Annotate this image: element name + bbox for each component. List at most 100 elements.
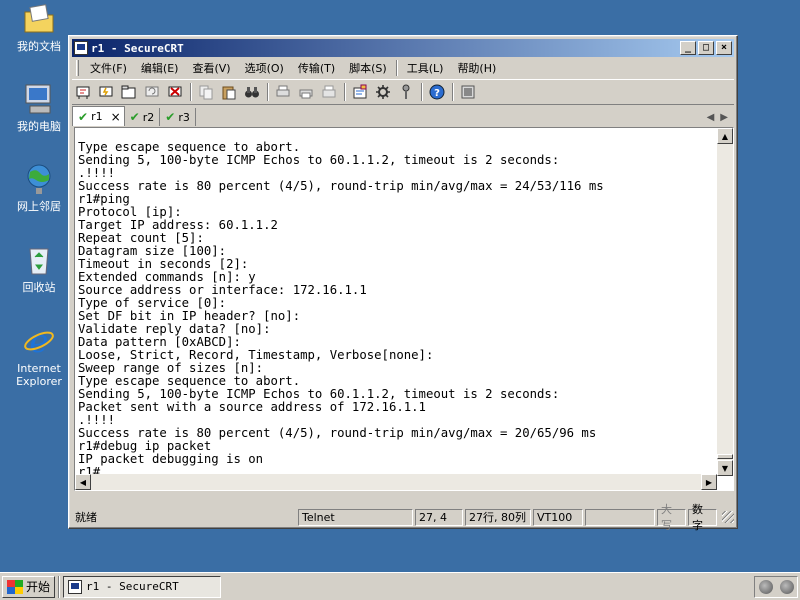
session-options-button[interactable] <box>349 82 371 102</box>
menu-bar: 文件(F) 编辑(E) 查看(V) 选项(O) 传输(T) 脚本(S) 工具(L… <box>72 58 734 78</box>
scroll-left-icon[interactable]: ◀ <box>75 474 91 490</box>
disconnect-button[interactable] <box>164 82 186 102</box>
securecrt-window: r1 - SecureCRT _ □ × 文件(F) 编辑(E) 查看(V) 选… <box>68 35 738 532</box>
desktop-icon-label: 我的文档 <box>17 40 61 53</box>
connect-in-tab-icon <box>121 85 136 99</box>
key-map-button[interactable] <box>395 82 417 102</box>
desktop-icon-internet-explorer[interactable]: e Internet Explorer <box>6 324 72 388</box>
tab-r2[interactable]: ✔ r2 <box>125 108 161 126</box>
find-button[interactable] <box>241 82 263 102</box>
quick-connect-button[interactable] <box>95 82 117 102</box>
status-cursor: 27, 4 <box>415 508 463 526</box>
tab-label: r1 <box>91 110 103 123</box>
connect-in-tab-button[interactable] <box>118 82 140 102</box>
terminal-panel: Type escape sequence to abort. Sending 5,… <box>74 127 734 491</box>
paste-button[interactable] <box>218 82 240 102</box>
key-icon <box>402 84 410 99</box>
terminal-output[interactable]: Type escape sequence to abort. Sending 5,… <box>77 130 716 475</box>
tray-network-icon[interactable] <box>779 579 794 594</box>
desktop-icon-network-places[interactable]: 网上邻居 <box>6 162 72 213</box>
start-button[interactable]: 开始 <box>2 575 56 598</box>
terminal-line: IP packet debugging is on <box>78 452 264 466</box>
start-label: 开始 <box>26 580 51 594</box>
copy-button[interactable] <box>195 82 217 102</box>
system-tray <box>754 575 798 598</box>
connect-icon <box>76 86 90 99</box>
connected-check-icon: ✔ <box>165 110 176 124</box>
internet-explorer-icon: e <box>24 324 54 358</box>
my-computer-icon <box>25 84 51 114</box>
scroll-right-icon[interactable]: ▶ <box>701 474 717 490</box>
toolbar-separator <box>190 83 192 101</box>
horizontal-scrollbar[interactable]: ◀ ▶ <box>75 474 717 490</box>
desktop-icon-my-documents[interactable]: 我的文档 <box>6 2 72 53</box>
title-bar[interactable]: r1 - SecureCRT _ □ × <box>72 39 734 57</box>
disconnect-icon <box>168 86 182 97</box>
connected-check-icon: ✔ <box>78 109 89 124</box>
vertical-scrollbar[interactable]: ▲ ▼ <box>717 128 733 476</box>
tab-scroll-right-icon[interactable]: ▶ <box>720 112 728 123</box>
tab-scroll-left-icon[interactable]: ◀ <box>707 112 715 123</box>
print-selection-button[interactable] <box>295 82 317 102</box>
session-options-icon <box>353 84 367 99</box>
status-num: 数字 <box>688 503 717 532</box>
securecrt-task-icon <box>68 579 83 594</box>
menu-transfer[interactable]: 传输(T) <box>291 60 342 76</box>
tab-r3[interactable]: ✔ r3 <box>160 108 196 126</box>
print-selection-icon <box>299 89 313 99</box>
paste-icon <box>222 86 236 100</box>
menu-view[interactable]: 查看(V) <box>185 60 237 76</box>
status-ready: 就绪 <box>75 511 97 524</box>
copy-icon <box>199 85 213 100</box>
taskbar-item-label: r1 - SecureCRT <box>86 580 179 593</box>
scroll-down-icon[interactable]: ▼ <box>717 460 733 476</box>
print-button[interactable] <box>272 82 294 102</box>
menu-help[interactable]: 帮助(H) <box>450 60 503 76</box>
securecrt-app-icon[interactable] <box>74 41 88 55</box>
connect-button[interactable] <box>72 82 94 102</box>
svg-text:e: e <box>30 324 49 358</box>
taskbar-item-securecrt[interactable]: r1 - SecureCRT <box>63 575 222 598</box>
status-size: 27行, 80列 <box>465 508 531 526</box>
desktop-icon-label: 回收站 <box>22 281 56 294</box>
reconnect-icon <box>145 86 159 97</box>
network-places-icon <box>27 164 51 194</box>
terminal-line: Packet sent with a source address of 172… <box>78 400 426 414</box>
tab-close-icon[interactable]: × <box>111 110 121 124</box>
minimize-button[interactable]: _ <box>680 41 696 55</box>
help-icon: ? <box>429 84 445 100</box>
desktop-icon-label: Internet Explorer <box>16 362 62 388</box>
reconnect-button[interactable] <box>141 82 163 102</box>
help-button[interactable]: ? <box>426 82 448 102</box>
menu-options[interactable]: 选项(O) <box>238 60 291 76</box>
keymap-icon <box>461 85 475 99</box>
scroll-up-icon[interactable]: ▲ <box>717 128 733 144</box>
resize-grip-icon[interactable] <box>722 511 734 523</box>
map-keys-button[interactable] <box>457 82 479 102</box>
recycle-bin-icon <box>29 248 49 275</box>
menu-tools[interactable]: 工具(L) <box>400 60 451 76</box>
printer-icon <box>322 85 336 98</box>
close-button[interactable]: × <box>716 41 732 55</box>
tab-r1[interactable]: ✔ r1 × <box>72 106 125 126</box>
desktop-icon-my-computer[interactable]: 我的电脑 <box>6 82 72 133</box>
menu-file[interactable]: 文件(F) <box>83 60 134 76</box>
toolbar-separator <box>267 83 269 101</box>
vertical-scroll-thumb[interactable] <box>717 454 733 459</box>
print-setup-button[interactable] <box>318 82 340 102</box>
desktop-icon-recycle-bin[interactable]: 回收站 <box>6 243 72 294</box>
status-caps: 大写 <box>657 503 686 532</box>
connected-check-icon: ✔ <box>129 110 140 124</box>
global-options-button[interactable] <box>372 82 394 102</box>
menu-script[interactable]: 脚本(S) <box>342 60 394 76</box>
svg-text:?: ? <box>434 88 440 99</box>
terminal-line: Success rate is 80 percent (4/5), round-… <box>78 179 604 193</box>
maximize-button[interactable]: □ <box>698 41 714 55</box>
menu-grip[interactable] <box>76 60 79 76</box>
toolbar-separator <box>421 83 423 101</box>
tab-label: r2 <box>142 110 155 124</box>
menu-edit[interactable]: 编辑(E) <box>134 60 186 76</box>
toolbar: ? <box>72 79 734 105</box>
tray-volume-icon[interactable] <box>758 579 773 594</box>
desktop-icon-label: 网上邻居 <box>17 200 61 213</box>
